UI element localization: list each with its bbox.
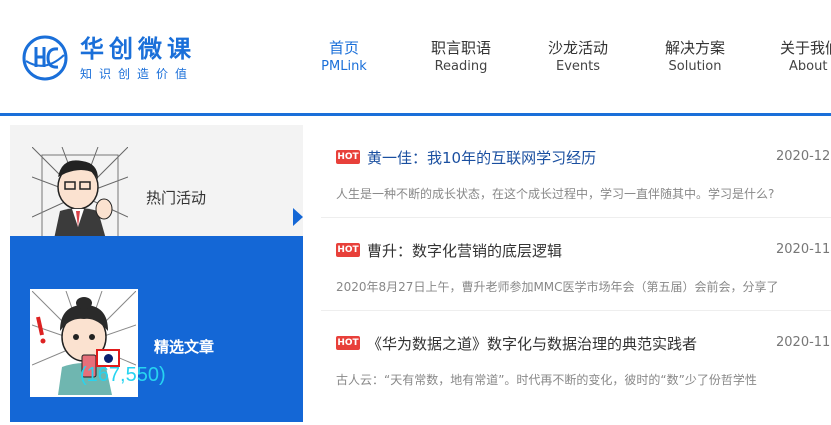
nav-label-en: Solution (668, 59, 722, 74)
category-hot-events[interactable]: 热门活动 (10, 125, 303, 243)
article-summary: 古人云：“天有常数，地有常道”。时代再不断的变化，彼时的“数”少了份哲学性 (336, 373, 757, 387)
article-title[interactable]: 曹升：数字化营销的底层逻辑 (367, 240, 562, 261)
article-date: 2020-11 (776, 335, 831, 350)
nav-item-reading[interactable]: 职言职语 Reading (411, 38, 511, 76)
category-label: 热门活动 (146, 189, 207, 207)
nav-label-cn: 职言职语 (430, 39, 491, 57)
nav-item-solution[interactable]: 解决方案 Solution (645, 38, 745, 76)
article-title[interactable]: 黄一佳：我10年的互联网学习经历 (367, 147, 596, 168)
list-item[interactable]: HOT 《华为数据之道》数字化与数据治理的典范实践者 2020-11 古人云：“… (321, 311, 831, 404)
nav-label-en: PMLink (321, 59, 367, 74)
nav-item-events[interactable]: 沙龙活动 Events (528, 38, 628, 76)
hot-badge: HOT (336, 150, 360, 164)
list-item[interactable]: HOT 曹升：数字化营销的底层逻辑 2020-11 2020年8月27日上午，曹… (321, 218, 831, 311)
article-summary: 人生是一种不断的成长状态，在这个成长过程中，学习一直伴随其中。学习是什么? (336, 187, 775, 201)
article-date: 2020-11 (776, 242, 831, 257)
nav-label-cn: 解决方案 (664, 39, 725, 57)
comic-man-icon (32, 147, 128, 243)
hot-badge: HOT (336, 336, 360, 350)
main-nav: 首页 PMLink 职言职语 Reading 沙龙活动 Events 解决方案 … (0, 38, 831, 78)
nav-label-cn: 关于我们 (780, 39, 831, 57)
click-dot-icon (104, 354, 113, 363)
nav-label-en: About (789, 59, 828, 74)
article-title[interactable]: 《华为数据之道》数字化与数据治理的典范实践者 (367, 333, 697, 354)
nav-label-cn: 沙龙活动 (547, 39, 608, 57)
hot-badge: HOT (336, 243, 360, 257)
selected-arrow-indicator (293, 208, 303, 226)
nav-item-about[interactable]: 关于我们 About (762, 38, 831, 76)
list-item[interactable]: HOT 黄一佳：我10年的互联网学习经历 2020-12 人生是一种不断的成长状… (321, 125, 831, 218)
article-date: 2020-12 (776, 149, 831, 164)
nav-label-en: Events (555, 59, 600, 74)
article-summary: 2020年8月27日上午，曹升老师参加MMC医学市场年会（第五届）会前会，分享了 (336, 280, 779, 294)
nav-label-en: Reading (434, 59, 488, 74)
nav-item-home[interactable]: 首页 PMLink (294, 38, 394, 76)
nav-label-cn: 首页 (328, 39, 359, 57)
coordinate-readout: (167,550) (80, 364, 166, 386)
category-featured-articles[interactable]: 精选文章 (10, 236, 303, 422)
category-label: 精选文章 (154, 338, 215, 356)
site-header: 华创微课 知识创造价值 首页 PMLink 职言职语 Reading 沙龙活动 … (0, 0, 831, 116)
